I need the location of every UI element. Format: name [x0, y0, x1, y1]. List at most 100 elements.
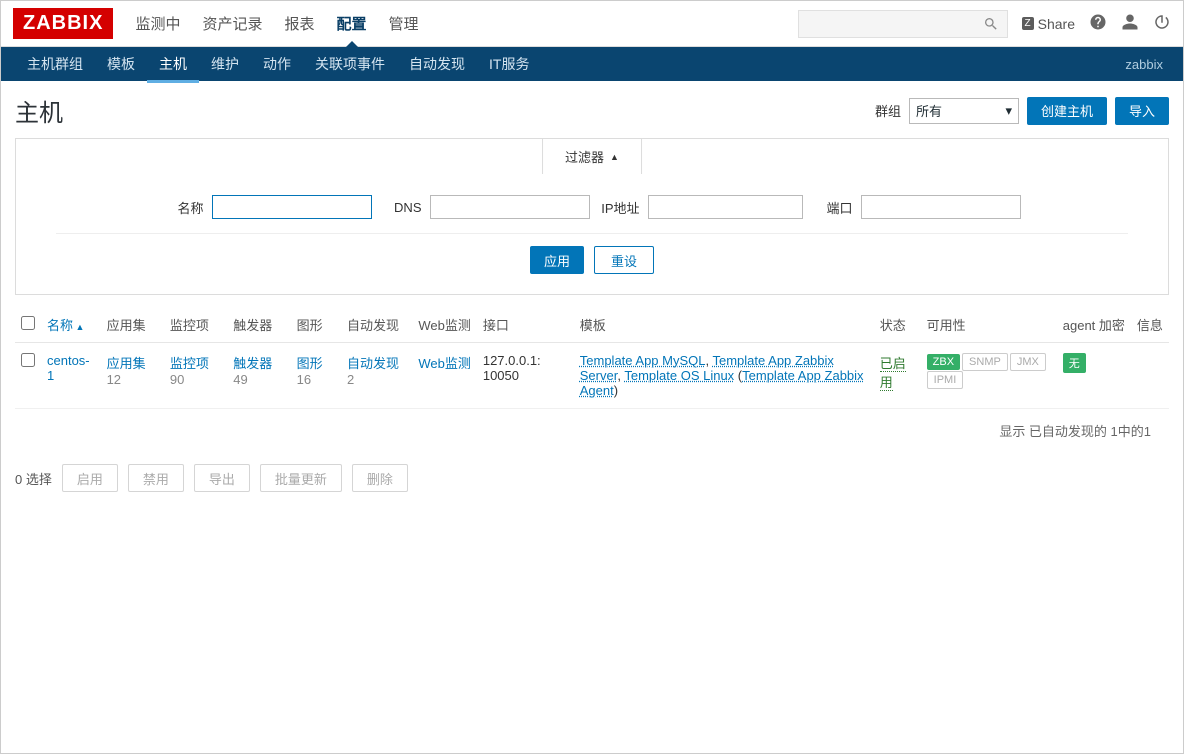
mass-update-button[interactable]: 批量更新 — [260, 464, 342, 492]
header-right: 群组 所有 ▾ 创建主机 导入 — [875, 97, 1169, 125]
share-label: Share — [1038, 16, 1075, 32]
logo[interactable]: ZABBIX — [13, 8, 113, 39]
host-name-link[interactable]: centos-1 — [47, 353, 90, 383]
hosts-table: 名称 应用集 监控项 触发器 图形 自动发现 Web监测 接口 模板 状态 可用… — [15, 307, 1169, 452]
subnav-actions[interactable]: 动作 — [251, 46, 303, 82]
help-icon[interactable] — [1089, 13, 1107, 34]
col-agent: agent 加密 — [1057, 307, 1131, 343]
filter-dns-label: DNS — [382, 200, 422, 215]
subnav-hostgroups[interactable]: 主机群组 — [15, 46, 95, 82]
graphs-count: 16 — [297, 372, 311, 387]
col-triggers[interactable]: 触发器 — [227, 307, 290, 343]
breadcrumb: zabbix — [1125, 57, 1169, 72]
page-header: 主机 群组 所有 ▾ 创建主机 导入 — [1, 81, 1183, 138]
search-input[interactable] — [798, 10, 1008, 38]
col-apps[interactable]: 应用集 — [101, 307, 164, 343]
filter-name-label: 名称 — [164, 198, 204, 217]
triggers-link[interactable]: 触发器 — [233, 356, 272, 371]
filter-port-label: 端口 — [813, 198, 853, 217]
discovery-count: 2 — [347, 372, 354, 387]
avail-snmp: SNMP — [962, 353, 1008, 371]
top-right: Z Share — [798, 10, 1171, 38]
avail-zbx: ZBX — [927, 354, 960, 370]
info-cell — [1131, 343, 1169, 409]
subnav-correlation[interactable]: 关联项事件 — [303, 46, 397, 82]
discovery-link[interactable]: 自动发现 — [347, 356, 399, 371]
subnav-hosts[interactable]: 主机 — [147, 46, 199, 83]
table-row: centos-1 应用集 12 监控项 90 触发器 49 图形 16 自动发现… — [15, 343, 1169, 409]
col-status[interactable]: 状态 — [874, 307, 921, 343]
power-icon[interactable] — [1153, 13, 1171, 34]
triggers-count: 49 — [233, 372, 247, 387]
avail-jmx: JMX — [1010, 353, 1046, 371]
filter-row: 名称 DNS IP地址 端口 — [16, 179, 1168, 227]
nav-configuration[interactable]: 配置 — [337, 1, 367, 46]
interface-value: 127.0.0.1: 10050 — [477, 343, 574, 409]
filter-apply-button[interactable]: 应用 — [530, 246, 584, 274]
filter-buttons: 应用 重设 — [16, 246, 1168, 274]
enable-button[interactable]: 启用 — [62, 464, 118, 492]
template-link[interactable]: Template App MySQL — [580, 353, 706, 368]
nav-inventory[interactable]: 资产记录 — [202, 1, 262, 46]
group-label: 群组 — [875, 101, 901, 120]
filter-toggle[interactable]: 过滤器 — [542, 138, 642, 174]
items-count: 90 — [170, 372, 184, 387]
col-name[interactable]: 名称 — [41, 307, 101, 343]
select-all-checkbox[interactable] — [21, 316, 35, 330]
delete-button[interactable]: 删除 — [352, 464, 408, 492]
nav-reports[interactable]: 报表 — [284, 1, 314, 46]
main-nav: 监测中 资产记录 报表 配置 管理 — [135, 1, 418, 46]
filter-reset-button[interactable]: 重设 — [594, 246, 654, 274]
subnav-templates[interactable]: 模板 — [95, 46, 147, 82]
share-link[interactable]: Z Share — [1022, 16, 1075, 32]
topbar: ZABBIX 监测中 资产记录 报表 配置 管理 Z Share — [1, 1, 1183, 47]
filter-divider — [56, 233, 1128, 234]
import-button[interactable]: 导入 — [1115, 97, 1169, 125]
row-checkbox[interactable] — [21, 353, 35, 367]
table-header-row: 名称 应用集 监控项 触发器 图形 自动发现 Web监测 接口 模板 状态 可用… — [15, 307, 1169, 343]
chevron-down-icon: ▾ — [1005, 103, 1012, 119]
nav-monitoring[interactable]: 监测中 — [135, 1, 180, 46]
avail-ipmi: IPMI — [927, 371, 964, 389]
subnav-maintenance[interactable]: 维护 — [199, 46, 251, 82]
filter-port-input[interactable] — [861, 195, 1021, 219]
col-availability: 可用性 — [921, 307, 1057, 343]
search-icon — [983, 16, 999, 32]
col-templates: 模板 — [574, 307, 874, 343]
user-icon[interactable] — [1121, 13, 1139, 34]
create-host-button[interactable]: 创建主机 — [1027, 97, 1107, 125]
templates-cell: Template App MySQL, Template App Zabbix … — [574, 343, 874, 409]
selected-count: 0 选择 — [15, 469, 52, 488]
table-footer-info: 显示 已自动发现的 1中的1 — [15, 409, 1169, 452]
col-graphs[interactable]: 图形 — [291, 307, 341, 343]
nav-administration[interactable]: 管理 — [389, 1, 419, 46]
col-web[interactable]: Web监测 — [412, 307, 477, 343]
apps-count: 12 — [107, 372, 121, 387]
filter-ip-input[interactable] — [648, 195, 803, 219]
subnav-services[interactable]: IT服务 — [477, 46, 541, 82]
sub-nav: 主机群组 模板 主机 维护 动作 关联项事件 自动发现 IT服务 zabbix — [1, 47, 1183, 81]
paren: ) — [614, 383, 618, 398]
filter-dns-input[interactable] — [430, 195, 590, 219]
subnav-discovery[interactable]: 自动发现 — [397, 46, 477, 82]
filter-name-input[interactable] — [212, 195, 372, 219]
sep: , — [706, 353, 713, 368]
page-title: 主机 — [15, 93, 63, 128]
bulk-actions: 0 选择 启用 禁用 导出 批量更新 删除 — [1, 452, 1183, 504]
items-link[interactable]: 监控项 — [170, 356, 209, 371]
col-interface: 接口 — [477, 307, 574, 343]
disable-button[interactable]: 禁用 — [128, 464, 184, 492]
status-toggle[interactable]: 已启用 — [880, 356, 906, 391]
graphs-link[interactable]: 图形 — [297, 356, 323, 371]
col-discovery[interactable]: 自动发现 — [341, 307, 412, 343]
col-items[interactable]: 监控项 — [164, 307, 227, 343]
export-button[interactable]: 导出 — [194, 464, 250, 492]
share-badge: Z — [1022, 17, 1034, 30]
group-select[interactable]: 所有 ▾ — [909, 98, 1019, 124]
apps-link[interactable]: 应用集 — [107, 356, 146, 371]
group-select-value: 所有 — [916, 101, 942, 120]
col-info: 信息 — [1131, 307, 1169, 343]
agent-encryption: 无 — [1063, 353, 1086, 373]
web-link[interactable]: Web监测 — [418, 356, 471, 371]
template-link[interactable]: Template OS Linux — [624, 368, 734, 383]
